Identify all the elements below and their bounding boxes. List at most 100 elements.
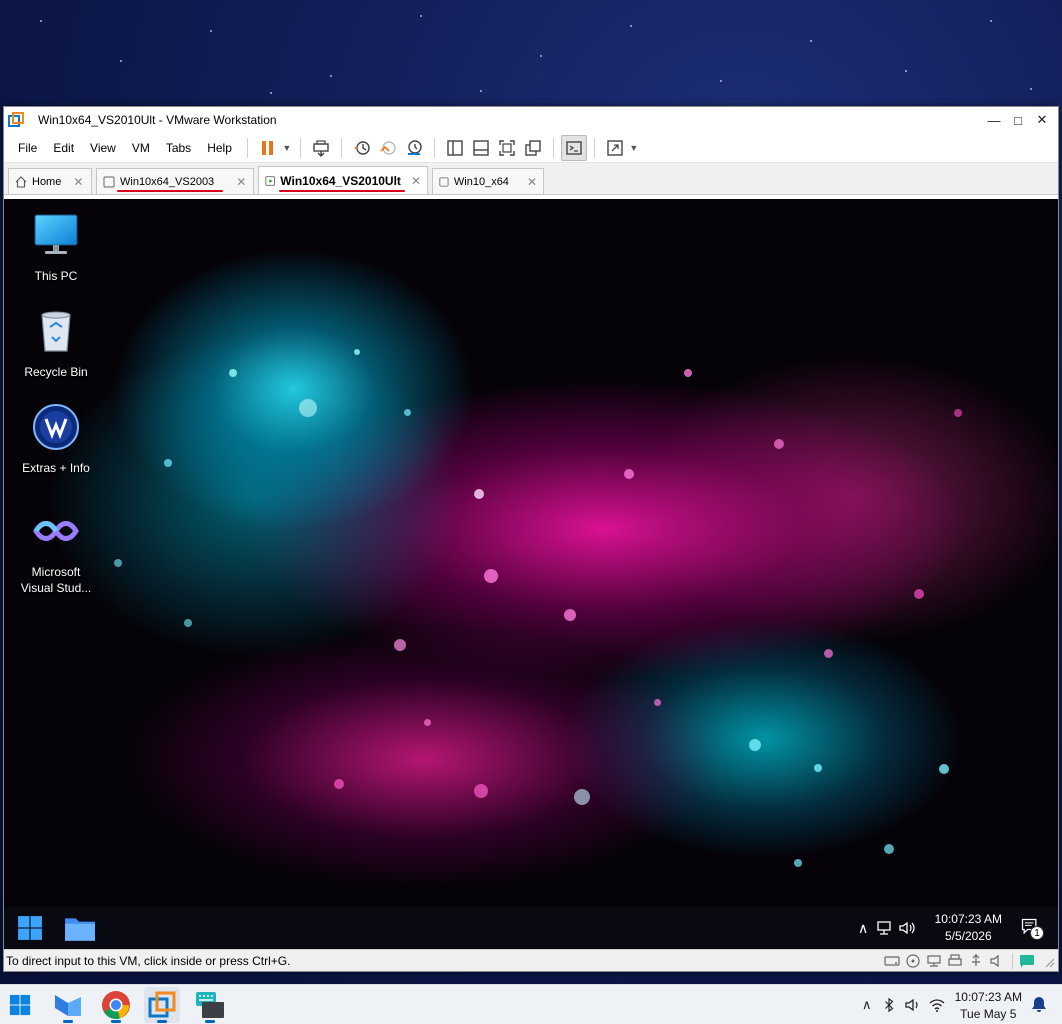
sound-card-icon[interactable] xyxy=(989,953,1005,969)
desktop-icon-this-pc[interactable]: This PC xyxy=(12,211,100,284)
stretch-guest-button[interactable] xyxy=(602,135,628,161)
folder-icon xyxy=(65,918,95,941)
vmware-icon xyxy=(148,991,176,1018)
status-separator xyxy=(1012,952,1013,969)
host-start-button[interactable] xyxy=(2,987,38,1023)
host-app-remote-keyboard[interactable] xyxy=(192,987,228,1023)
maximize-button[interactable]: □ xyxy=(1006,108,1030,132)
close-tab-icon[interactable]: ✕ xyxy=(411,174,421,188)
unity-button[interactable] xyxy=(520,135,546,161)
vm-tab-icon xyxy=(439,176,449,187)
guest-display[interactable]: This PC Recycle Bin Extras + Info Micros… xyxy=(4,199,1058,949)
message-log-icon[interactable] xyxy=(1019,953,1035,969)
host-app-file-explorer[interactable] xyxy=(50,987,86,1023)
pause-button[interactable] xyxy=(255,135,281,161)
tab-win10x64-vs2010ult[interactable]: Win10x64_VS2010Ult ✕ xyxy=(258,166,428,194)
show-hidden-icons-icon[interactable]: ∧ xyxy=(862,997,872,1013)
show-thumbnail-bar-button[interactable] xyxy=(468,135,494,161)
windows-logo-icon xyxy=(18,916,42,940)
tab-home[interactable]: Home ✕ xyxy=(8,168,92,194)
resize-grip-icon[interactable] xyxy=(1040,953,1056,969)
menu-help[interactable]: Help xyxy=(199,133,240,163)
toolbar-separator xyxy=(593,137,595,158)
close-tab-icon[interactable]: ✕ xyxy=(236,175,246,189)
status-bar: To direct input to this VM, click inside… xyxy=(4,949,1058,971)
stretch-dropdown[interactable]: ▼ xyxy=(628,135,640,161)
revert-snapshot-button[interactable] xyxy=(375,135,401,161)
minimize-button[interactable]: — xyxy=(982,108,1006,132)
printer-icon[interactable] xyxy=(947,953,963,969)
show-hidden-icons-icon[interactable]: ∧ xyxy=(858,920,868,937)
recycle-bin-icon xyxy=(41,311,71,352)
monitor-icon xyxy=(34,214,78,254)
guest-start-button[interactable] xyxy=(12,910,48,946)
explorer-icon xyxy=(55,995,81,1016)
send-ctrl-alt-del-button[interactable] xyxy=(308,135,334,161)
tab-win10x64-vs2003[interactable]: Win10x64_VS2003 ✕ xyxy=(96,168,254,194)
toolbar-separator xyxy=(340,137,342,158)
close-button[interactable]: ✕ xyxy=(1030,108,1054,132)
close-tab-icon[interactable]: ✕ xyxy=(73,175,83,189)
speaker-icon[interactable] xyxy=(898,919,916,937)
show-library-button[interactable] xyxy=(442,135,468,161)
hard-disk-icon[interactable] xyxy=(884,953,900,969)
notification-count-badge: 1 xyxy=(1030,926,1044,940)
snapshot-manager-button[interactable] xyxy=(401,135,427,161)
status-message: To direct input to this VM, click inside… xyxy=(6,953,291,968)
host-app-chrome[interactable] xyxy=(98,987,134,1023)
tab-label: Win10_x64 xyxy=(453,175,509,188)
toolbar-separator xyxy=(433,137,435,158)
guest-clock-time: 10:07:23 AM xyxy=(934,912,1002,926)
network-icon[interactable] xyxy=(876,919,894,937)
title-bar[interactable]: Win10x64_VS2010Ult - VMware Workstation … xyxy=(4,107,1058,133)
wifi-icon[interactable] xyxy=(928,996,946,1014)
desktop-icon-extras-info[interactable]: Extras + Info xyxy=(12,403,100,476)
menu-file[interactable]: File xyxy=(10,133,45,163)
desktop-icon-recycle-bin[interactable]: Recycle Bin xyxy=(12,307,100,380)
usb-icon[interactable] xyxy=(968,953,984,969)
extras-info-icon xyxy=(33,404,79,450)
menu-vm[interactable]: VM xyxy=(124,133,158,163)
host-notifications-button[interactable] xyxy=(1030,995,1050,1015)
host-system-tray: ∧ xyxy=(862,985,946,1024)
network-adapter-icon[interactable] xyxy=(926,953,942,969)
visual-studio-icon xyxy=(33,521,79,541)
tab-bar: Home ✕ Win10x64_VS2003 ✕ Win10x64_VS2010… xyxy=(4,163,1058,195)
vmware-window: Win10x64_VS2010Ult - VMware Workstation … xyxy=(3,106,1059,972)
tab-label: Win10x64_VS2003 xyxy=(120,175,215,188)
desktop-icon-label: Recycle Bin xyxy=(24,365,88,379)
tab-label: Win10x64_VS2010Ult xyxy=(280,173,401,188)
full-screen-button[interactable] xyxy=(494,135,520,161)
bluetooth-icon[interactable] xyxy=(882,997,896,1013)
desktop-icon-label: This PC xyxy=(34,269,78,283)
cd-rom-icon[interactable] xyxy=(905,953,921,969)
host-clock[interactable]: 10:07:23 AM Tue May 5 xyxy=(955,989,1022,1023)
pause-icon xyxy=(261,140,273,155)
desktop-icon-label: Extras + Info xyxy=(22,461,90,475)
guest-clock[interactable]: 10:07:23 AM 5/5/2026 xyxy=(935,911,1002,945)
full-screen-icon xyxy=(499,139,515,156)
menu-view[interactable]: View xyxy=(82,133,124,163)
guest-file-explorer-button[interactable] xyxy=(62,910,98,946)
host-app-vmware[interactable] xyxy=(144,987,180,1023)
vm-tab-icon xyxy=(103,176,115,187)
window-title: Win10x64_VS2010Ult - VMware Workstation xyxy=(38,113,277,127)
close-tab-icon[interactable]: ✕ xyxy=(527,175,537,189)
menu-tabs[interactable]: Tabs xyxy=(158,133,199,163)
terminal-keyboard-icon xyxy=(196,992,224,1018)
tab-win10-x64[interactable]: Win10_x64 ✕ xyxy=(432,168,544,194)
desktop-icon-label: Microsoft Visual Stud... xyxy=(20,565,92,595)
stretch-icon xyxy=(607,139,623,156)
guest-notifications-button[interactable]: 1 xyxy=(1020,917,1044,941)
keyboard-send-icon xyxy=(313,139,329,157)
console-view-button[interactable] xyxy=(560,134,587,161)
snapshot-button[interactable] xyxy=(349,135,375,161)
power-dropdown[interactable]: ▼ xyxy=(281,135,293,161)
speaker-icon[interactable] xyxy=(904,996,922,1014)
guest-clock-date: 5/5/2026 xyxy=(944,929,992,943)
menu-edit[interactable]: Edit xyxy=(45,133,82,163)
desktop-icon-visual-studio[interactable]: Microsoft Visual Stud... xyxy=(12,507,100,596)
toolbar-separator xyxy=(299,137,301,158)
library-panel-icon xyxy=(447,139,463,156)
bell-icon xyxy=(1032,997,1046,1012)
